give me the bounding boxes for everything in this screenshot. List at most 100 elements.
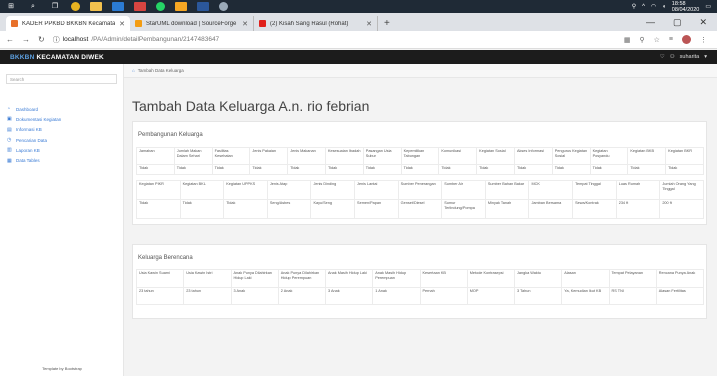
report-icon: ▥ [7,147,12,154]
main-content: ⌂ Tambah Data Keluarga Tambah Data Kelua… [124,64,717,376]
sidebar-item-data-tables[interactable]: ▦ Data Tables [7,155,123,165]
table-cell: 2 Anak [277,287,327,305]
column-header: Jumlah Orang Yang Tinggal [659,180,704,200]
pembangunan-panel: Pembangunan Keluarga Jamaban Jumlah Makan… [132,121,707,225]
task-view-icon[interactable]: ❐ [49,2,61,11]
table-cell: 3 Anak [324,287,374,305]
address-bar: ← → ↻ ⓘ localhost/PA/Admin/detailPembang… [0,31,717,49]
column-header: Komunikasi [438,147,478,165]
browser-tab[interactable]: (2) Kisah Sang Rasul (Rohat) ✕ [254,16,378,31]
table-cell: Alasan Fertilitas [655,287,705,305]
table-cell: Tidak [211,164,251,175]
app-taskbar-icon[interactable] [134,2,146,11]
zoom-icon[interactable]: ⚲ [639,36,644,44]
table-cell: Tidak [589,164,629,175]
whatsapp-taskbar-icon[interactable] [156,2,165,11]
column-header: Kesesuaian Ibadah [324,147,364,165]
table-cell: Tidak [223,199,268,219]
pembangunan-table-2: Kegiatan PIKR Kegiatan BKL Kegiatan UPPKS J… [136,180,704,219]
back-icon[interactable]: ← [6,35,14,44]
breadcrumb-label: Tambah Data Keluarga [137,68,184,73]
caret-down-icon[interactable]: ▾ [704,54,707,60]
table-cell: Kayu/Seng [310,199,356,219]
table-cell: Tidak [362,164,402,175]
translate-icon[interactable]: ▦ [624,36,631,44]
explorer-taskbar-icon[interactable] [90,2,102,11]
sidebar-item-pencarian[interactable]: ◷ Pencarian Data [7,135,123,145]
close-tab-icon[interactable]: ✕ [242,20,248,28]
bookmark-star-icon[interactable]: ☆ [654,36,660,44]
column-header: Jenis Makanan [287,147,326,165]
sticky-taskbar-icon[interactable] [175,2,187,11]
url-field[interactable]: ⓘ localhost/PA/Admin/detailPembangunan/2… [53,35,219,45]
person-icon[interactable]: ⚲ [632,3,636,10]
table-header-row: Jamaban Jumlah Makan Dalam Sehari Fasilita… [136,147,704,165]
sidebar-item-dashboard[interactable]: ◔ Dashboard [7,104,123,114]
column-header: Luas Rumah [615,180,661,200]
tray-chevron-icon[interactable]: ^ [642,4,645,10]
table-cell: Ya, Kemudian Ikut KB [561,287,610,305]
column-header: Kegiatan Sosial [476,147,515,165]
table-cell: 1 Anak [372,287,421,305]
column-header: Sumber Bahan Bakar [484,180,530,200]
table-cell: Tidak [173,164,213,175]
windows-start-icon[interactable]: ⊞ [5,2,17,11]
breadcrumb: ⌂ Tambah Data Keluarga [124,64,717,78]
home-icon[interactable]: ⌂ [132,68,135,73]
maximize-icon[interactable]: ▢ [673,17,682,28]
table-cell: Tidak [513,164,553,175]
sidebar-item-laporan[interactable]: ▥ Laporan KB [7,145,123,155]
table-cell: Tidak [287,164,326,175]
info-icon[interactable]: ⓘ [53,35,60,45]
sidebar-item-dokumentasi[interactable]: ▣ Dokumentasi Kegiatan [7,114,123,124]
table-cell: Tidak [438,164,478,175]
table-cell: MOP [466,287,516,305]
search-icon[interactable]: ⌕ [27,2,39,11]
column-header: Kepemilikan Tabungan [400,147,440,165]
wifi-icon[interactable]: ◠ [651,3,656,10]
browser-tab[interactable]: StarUML download | SourceForge ✕ [130,16,254,31]
table-cell: Tidak [136,199,181,219]
reload-icon[interactable]: ↻ [38,35,45,44]
minimize-icon[interactable]: — [646,17,655,28]
brand-logo[interactable]: BKKBN KECAMATAN DIWEK [10,54,104,61]
forward-icon[interactable]: → [22,35,30,44]
vscode-taskbar-icon[interactable] [112,2,124,11]
browser-tab[interactable]: KADER PPKBD BKKBN Kecamatan ✕ [6,16,130,31]
window-close-icon[interactable]: ✕ [699,17,707,28]
panel-heading: Keluarga Berencana [138,255,193,261]
kebab-menu-icon[interactable]: ⋮ [700,36,707,44]
column-header: Sumber Air [441,180,486,200]
word-taskbar-icon[interactable] [197,2,209,11]
close-tab-icon[interactable]: ✕ [366,20,372,28]
app-top-navbar: BKKBN KECAMATAN DIWEK ♡ ⚇ suharita ▾ [0,50,717,64]
table-cell: 234 ft [615,199,661,219]
panel-heading: Pembangunan Keluarga [138,132,203,138]
pembangunan-table-1: Jamaban Jumlah Makan Dalam Sehari Fasilita… [136,147,704,175]
user-icon: ⚇ [669,54,675,60]
new-tab-button[interactable]: + [384,18,390,29]
clock[interactable]: 18:58 08/04/2020 [672,1,700,13]
volume-icon[interactable]: ◖ [662,4,666,10]
table-cell: Tidak [400,164,440,175]
favicon-icon [11,20,18,27]
table-cell: Sewa/Kontrak [572,199,617,219]
column-header: Kegiatan PIKR [136,180,181,200]
close-tab-icon[interactable]: ✕ [119,20,125,28]
table-header-row: Kegiatan PIKR Kegiatan BKL Kegiatan UPPKS J… [136,180,704,200]
sidebar-search-input[interactable]: Search [6,74,117,84]
extensions-icon[interactable]: ≡ [669,36,673,43]
sidebar-item-informasi[interactable]: ▤ Informasi KB [7,125,123,135]
user-menu[interactable]: suharita [680,54,700,60]
column-header: Tempat Pelayanan [608,269,657,288]
column-header: Kegiatan BKR [665,147,704,165]
chrome-taskbar-icon[interactable] [71,2,80,11]
app2-taskbar-icon[interactable] [219,2,228,11]
table-cell: Tidak [627,164,667,175]
table-cell: Tidak [249,164,289,175]
table-cell: Tidak [665,164,704,175]
column-header: Jamaban [136,147,175,165]
notification-icon[interactable]: ▭ [705,3,711,10]
profile-avatar[interactable] [682,35,691,44]
heart-icon[interactable]: ♡ [660,54,665,60]
